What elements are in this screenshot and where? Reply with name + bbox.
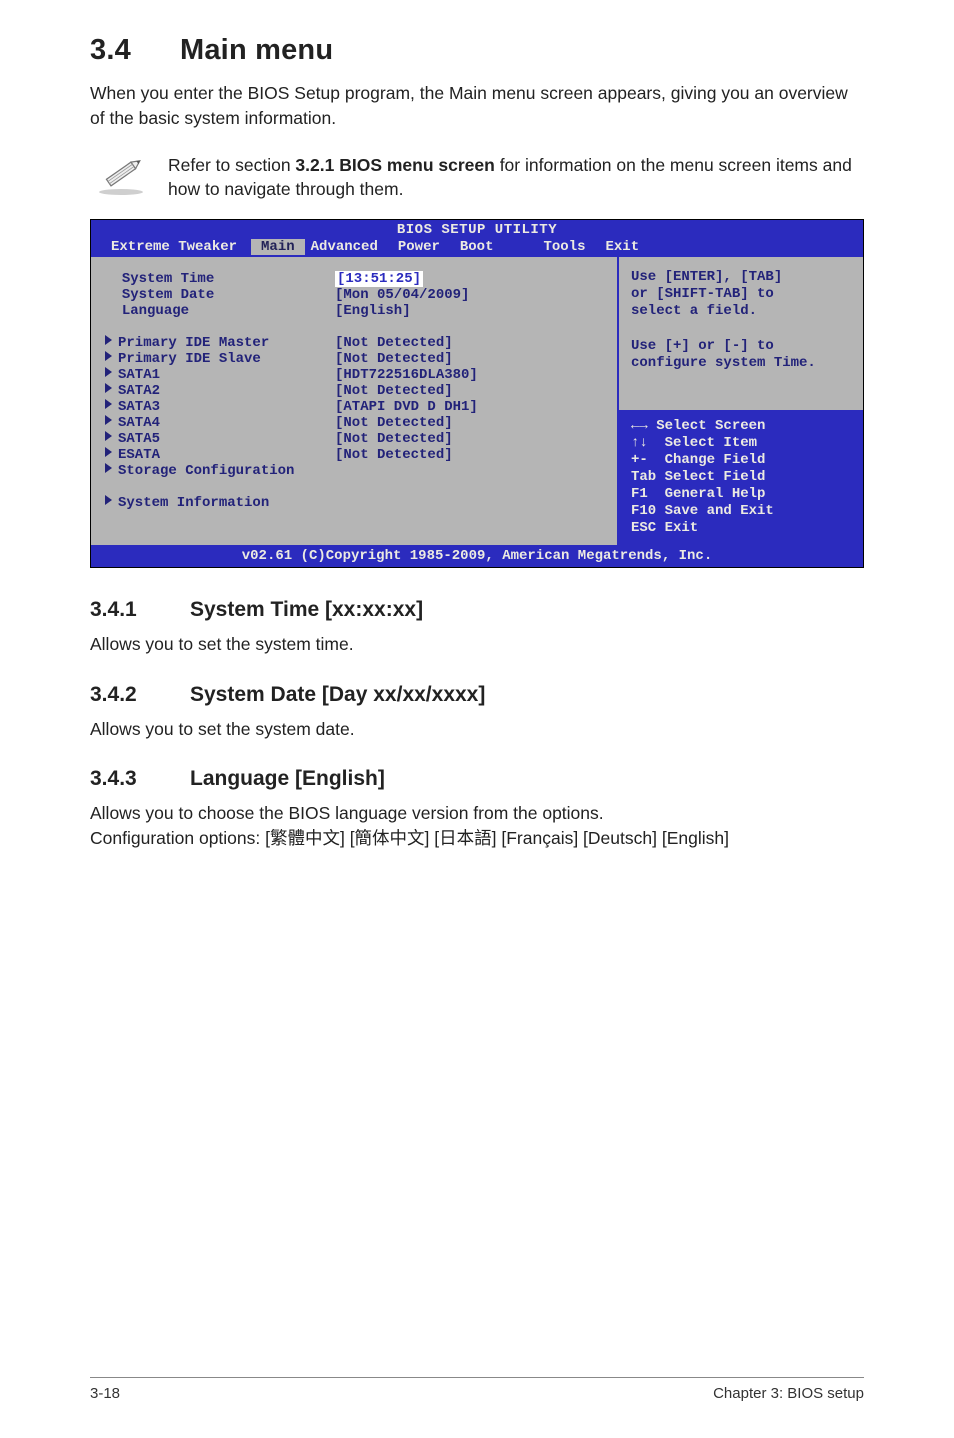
bios-row-label: Language xyxy=(105,303,335,319)
bios-row[interactable]: SATA1[HDT722516DLA380] xyxy=(105,367,607,383)
intro-paragraph: When you enter the BIOS Setup program, t… xyxy=(90,81,864,130)
bios-nav-item: +- Change Field xyxy=(631,452,855,469)
bios-row-label: SATA5 xyxy=(105,431,335,447)
section-title-text: Main menu xyxy=(180,34,333,66)
triangle-icon xyxy=(105,415,112,425)
bios-tab-main[interactable]: Main xyxy=(251,239,305,255)
bios-row-label xyxy=(105,319,335,335)
bios-row-label: Primary IDE Slave xyxy=(105,351,335,367)
bios-tab-extreme[interactable]: Extreme Tweaker xyxy=(105,239,251,255)
bios-tab-power[interactable]: Power xyxy=(392,239,454,255)
triangle-icon xyxy=(105,383,112,393)
bios-row[interactable]: Primary IDE Slave[Not Detected] xyxy=(105,351,607,367)
subsection-title: Language [English] xyxy=(190,767,385,790)
bios-row xyxy=(105,479,607,495)
bios-row-label: Primary IDE Master xyxy=(105,335,335,351)
bios-row-label: System Date xyxy=(105,287,335,303)
bios-nav-item: Tab Select Field xyxy=(631,469,855,486)
bios-row-label: SATA1 xyxy=(105,367,335,383)
pencil-icon xyxy=(96,154,146,201)
bios-nav-item: ↑↓ Select Item xyxy=(631,435,855,452)
subsection-number: 3.4.2 xyxy=(90,683,190,707)
subsection-number: 3.4.1 xyxy=(90,598,190,622)
bios-nav-item: ←→ Select Screen xyxy=(631,418,855,435)
bios-row[interactable]: System Information xyxy=(105,495,607,511)
note-text: Refer to section 3.2.1 BIOS menu screen … xyxy=(168,154,864,201)
bios-row-value: [Not Detected] xyxy=(335,447,453,463)
bios-row-value: [Not Detected] xyxy=(335,335,453,351)
bios-row[interactable]: SATA2[Not Detected] xyxy=(105,383,607,399)
bios-row[interactable]: Primary IDE Master[Not Detected] xyxy=(105,335,607,351)
subsection-body: Allows you to choose the BIOS language v… xyxy=(90,801,864,850)
triangle-icon xyxy=(105,335,112,345)
bios-nav-item: ESC Exit xyxy=(631,520,855,537)
subsection-body: Allows you to set the system time. xyxy=(90,632,864,657)
bios-row-label: Storage Configuration xyxy=(105,463,335,479)
bios-row-value: [Not Detected] xyxy=(335,415,453,431)
bios-row-label: SATA3 xyxy=(105,399,335,415)
bios-row[interactable]: SATA5[Not Detected] xyxy=(105,431,607,447)
bios-row-value: [Not Detected] xyxy=(335,351,453,367)
bios-row-label: System Information xyxy=(105,495,335,511)
triangle-icon xyxy=(105,399,112,409)
subsection-number: 3.4.3 xyxy=(90,767,190,791)
triangle-icon xyxy=(105,463,112,473)
bios-row-value: [Mon 05/04/2009] xyxy=(335,287,469,303)
bios-row xyxy=(105,319,607,335)
bios-row[interactable]: SATA3[ATAPI DVD D DH1] xyxy=(105,399,607,415)
bios-row-label: ESATA xyxy=(105,447,335,463)
bios-nav-item: F10 Save and Exit xyxy=(631,503,855,520)
subsection-body: Allows you to set the system date. xyxy=(90,717,864,742)
bios-tab-boot[interactable]: Boot xyxy=(454,239,508,255)
bios-row[interactable]: System Date[Mon 05/04/2009] xyxy=(105,287,607,303)
subsection-title: System Time [xx:xx:xx] xyxy=(190,598,423,621)
bios-nav-legend: ←→ Select Screen↑↓ Select Item+- Change … xyxy=(619,410,863,546)
bios-row-label: SATA4 xyxy=(105,415,335,431)
bios-row[interactable]: Storage Configuration xyxy=(105,463,607,479)
bios-row-value: [Not Detected] xyxy=(335,383,453,399)
bios-row-label: System Time xyxy=(105,271,335,287)
bios-screenshot: BIOS SETUP UTILITY Extreme Tweaker Main … xyxy=(90,219,864,568)
section-heading: 3.4Main menu xyxy=(90,34,864,67)
triangle-icon xyxy=(105,495,112,505)
bios-row-label: SATA2 xyxy=(105,383,335,399)
note-bold: 3.2.1 BIOS menu screen xyxy=(295,155,494,175)
bios-row[interactable]: ESATA[Not Detected] xyxy=(105,447,607,463)
subsection-heading: 3.4.1System Time [xx:xx:xx] xyxy=(90,598,864,622)
subsection-heading: 3.4.3Language [English] xyxy=(90,767,864,791)
bios-row-value: [ATAPI DVD D DH1] xyxy=(335,399,478,415)
bios-help-text: Use [ENTER], [TAB] or [SHIFT-TAB] to sel… xyxy=(631,269,853,371)
page-footer: 3-18 Chapter 3: BIOS setup xyxy=(90,1385,864,1402)
bios-header: BIOS SETUP UTILITY xyxy=(91,220,863,238)
bios-row-value: [HDT722516DLA380] xyxy=(335,367,478,383)
bios-row[interactable]: System Time[13:51:25] xyxy=(105,271,607,287)
subsection-heading: 3.4.2System Date [Day xx/xx/xxxx] xyxy=(90,683,864,707)
bios-row[interactable]: SATA4[Not Detected] xyxy=(105,415,607,431)
note-callout: Refer to section 3.2.1 BIOS menu screen … xyxy=(90,154,864,201)
page-number: 3-18 xyxy=(90,1385,120,1402)
bios-footer: v02.61 (C)Copyright 1985-2009, American … xyxy=(91,545,863,567)
bios-tab-exit[interactable]: Exit xyxy=(600,239,654,255)
section-number: 3.4 xyxy=(90,34,180,67)
chapter-label: Chapter 3: BIOS setup xyxy=(713,1385,864,1402)
bios-row-value: [English] xyxy=(335,303,411,319)
bios-main-panel: System Time[13:51:25] System Date[Mon 05… xyxy=(91,256,618,545)
triangle-icon xyxy=(105,367,112,377)
bios-help-panel: Use [ENTER], [TAB] or [SHIFT-TAB] to sel… xyxy=(618,256,863,545)
bios-row[interactable]: Language[English] xyxy=(105,303,607,319)
bios-tab-advanced[interactable]: Advanced xyxy=(305,239,392,255)
triangle-icon xyxy=(105,447,112,457)
bios-row-value: [13:51:25] xyxy=(335,271,423,287)
triangle-icon xyxy=(105,351,112,361)
bios-nav-item: F1 General Help xyxy=(631,486,855,503)
bios-row-label xyxy=(105,479,335,495)
bios-row-value: [Not Detected] xyxy=(335,431,453,447)
subsection-title: System Date [Day xx/xx/xxxx] xyxy=(190,683,485,706)
bios-tab-bar: Extreme Tweaker Main Advanced Power Boot… xyxy=(91,238,863,256)
triangle-icon xyxy=(105,431,112,441)
bios-tab-tools[interactable]: Tools xyxy=(537,239,599,255)
